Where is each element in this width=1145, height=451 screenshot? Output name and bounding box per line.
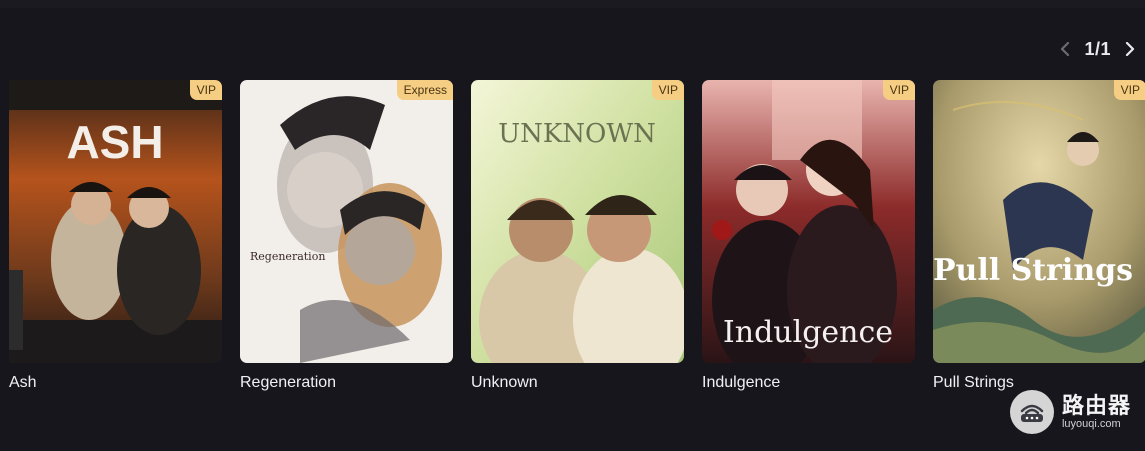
drama-card-row: ASH VIP Ash Regeneration Express Regener…: [9, 80, 1145, 392]
chevron-left-icon[interactable]: [1056, 38, 1074, 60]
vip-badge: VIP: [882, 80, 915, 100]
card-title[interactable]: Ash: [9, 374, 222, 392]
watermark-text: 路由器 luyouqi.com: [1061, 392, 1131, 431]
drama-card-regeneration[interactable]: Regeneration Express Regeneration: [240, 80, 453, 392]
chevron-right-icon[interactable]: [1121, 38, 1139, 60]
top-divider: [0, 0, 1145, 8]
page: 1/1 ASH VIP Ash Regeneration Express Reg…: [0, 0, 1145, 451]
card-title[interactable]: Regeneration: [240, 374, 453, 392]
vip-badge: VIP: [189, 80, 222, 100]
poster-image[interactable]: Indulgence VIP: [702, 80, 915, 363]
poster-image[interactable]: UNKNOWN VIP: [471, 80, 684, 363]
vip-badge: VIP: [651, 80, 684, 100]
watermark: 路由器 luyouqi.com: [1009, 390, 1131, 434]
poster-title-art: ASH: [66, 116, 163, 168]
page-indicator: 1/1: [1084, 38, 1111, 59]
poster-title-art: Pull Strings: [933, 253, 1133, 288]
express-badge: Express: [396, 80, 453, 100]
drama-card-pull-strings[interactable]: Pull Strings VIP Pull Strings: [933, 80, 1145, 392]
poster-title-art: UNKNOWN: [498, 119, 656, 149]
vip-badge: VIP: [1113, 80, 1145, 100]
pager: 1/1: [1056, 38, 1139, 60]
poster-image[interactable]: Regeneration Express: [240, 80, 453, 363]
card-title[interactable]: Indulgence: [702, 374, 915, 392]
drama-card-unknown[interactable]: UNKNOWN VIP Unknown: [471, 80, 684, 392]
drama-card-ash[interactable]: ASH VIP Ash: [9, 80, 222, 392]
watermark-cn: 路由器: [1061, 392, 1131, 418]
poster-title-art: Indulgence: [723, 315, 893, 350]
poster-image[interactable]: Pull Strings VIP: [933, 80, 1145, 363]
watermark-en: luyouqi.com: [1061, 417, 1121, 430]
poster-image[interactable]: ASH VIP: [9, 80, 222, 363]
router-icon: [1009, 390, 1054, 434]
drama-card-indulgence[interactable]: Indulgence VIP Indulgence: [702, 80, 915, 392]
poster-title-art: Regeneration: [250, 250, 325, 263]
card-title[interactable]: Unknown: [471, 374, 684, 392]
